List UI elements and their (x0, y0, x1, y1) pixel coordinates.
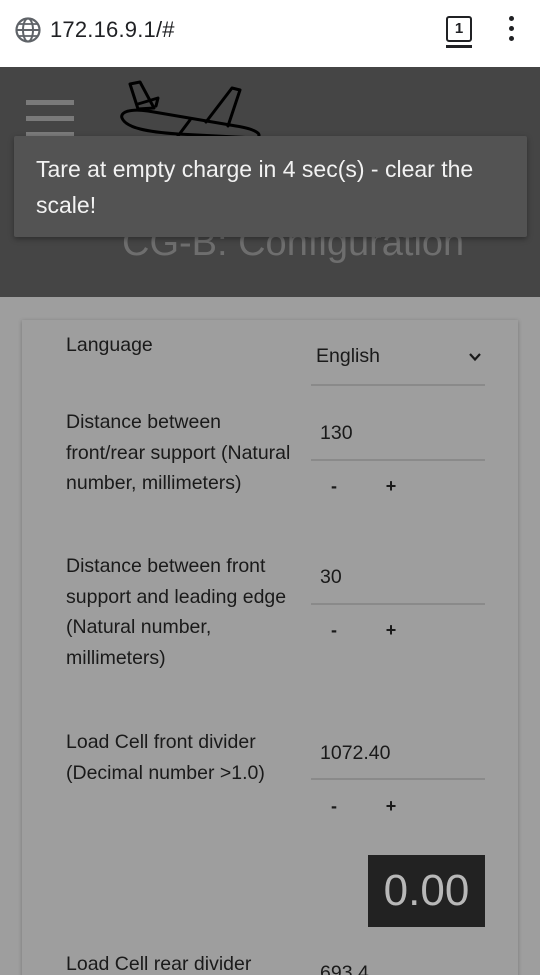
rear-divider-label: Load Cell rear divider (66, 953, 252, 975)
front-divider-underline (311, 778, 485, 780)
front-load-readout: 0.00 (368, 855, 485, 927)
support-distance-input[interactable]: 130 (320, 422, 353, 445)
support-distance-plus-button[interactable]: + (381, 476, 401, 497)
leading-edge-distance-underline (311, 603, 485, 605)
support-distance-minus-button[interactable]: - (324, 476, 344, 497)
leading-edge-distance-plus-button[interactable]: + (381, 620, 401, 641)
rear-divider-input[interactable]: 693.4 (320, 962, 369, 975)
language-select[interactable]: English (316, 345, 380, 368)
toast-notification: Tare at empty charge in 4 sec(s) - clear… (14, 136, 527, 237)
support-distance-underline (311, 459, 485, 461)
language-label: Language (66, 334, 153, 356)
language-select-underline (311, 384, 485, 386)
config-card: Language English Distance between front/… (22, 320, 518, 975)
browser-toolbar: 172.16.9.1/# 1 (0, 0, 540, 67)
leading-edge-distance-input[interactable]: 30 (320, 566, 342, 589)
airplane-logo (120, 80, 261, 140)
tab-switcher-underline (446, 45, 472, 48)
leading-edge-distance-label: Distance between front support and leadi… (66, 555, 287, 670)
chevron-down-icon[interactable] (468, 350, 482, 364)
front-divider-input[interactable]: 1072.40 (320, 742, 391, 765)
front-divider-minus-button[interactable]: - (324, 796, 344, 817)
support-distance-label: Distance between front/rear support (Nat… (66, 411, 291, 495)
leading-edge-distance-minus-button[interactable]: - (324, 620, 344, 641)
hamburger-icon[interactable] (26, 100, 74, 140)
front-divider-plus-button[interactable]: + (381, 796, 401, 817)
globe-icon (15, 17, 41, 43)
front-divider-label: Load Cell front divider (Decimal number … (66, 731, 265, 784)
tab-switcher-button[interactable]: 1 (446, 16, 472, 42)
kebab-menu-icon[interactable] (503, 16, 519, 46)
url-bar[interactable]: 172.16.9.1/# (50, 17, 175, 43)
